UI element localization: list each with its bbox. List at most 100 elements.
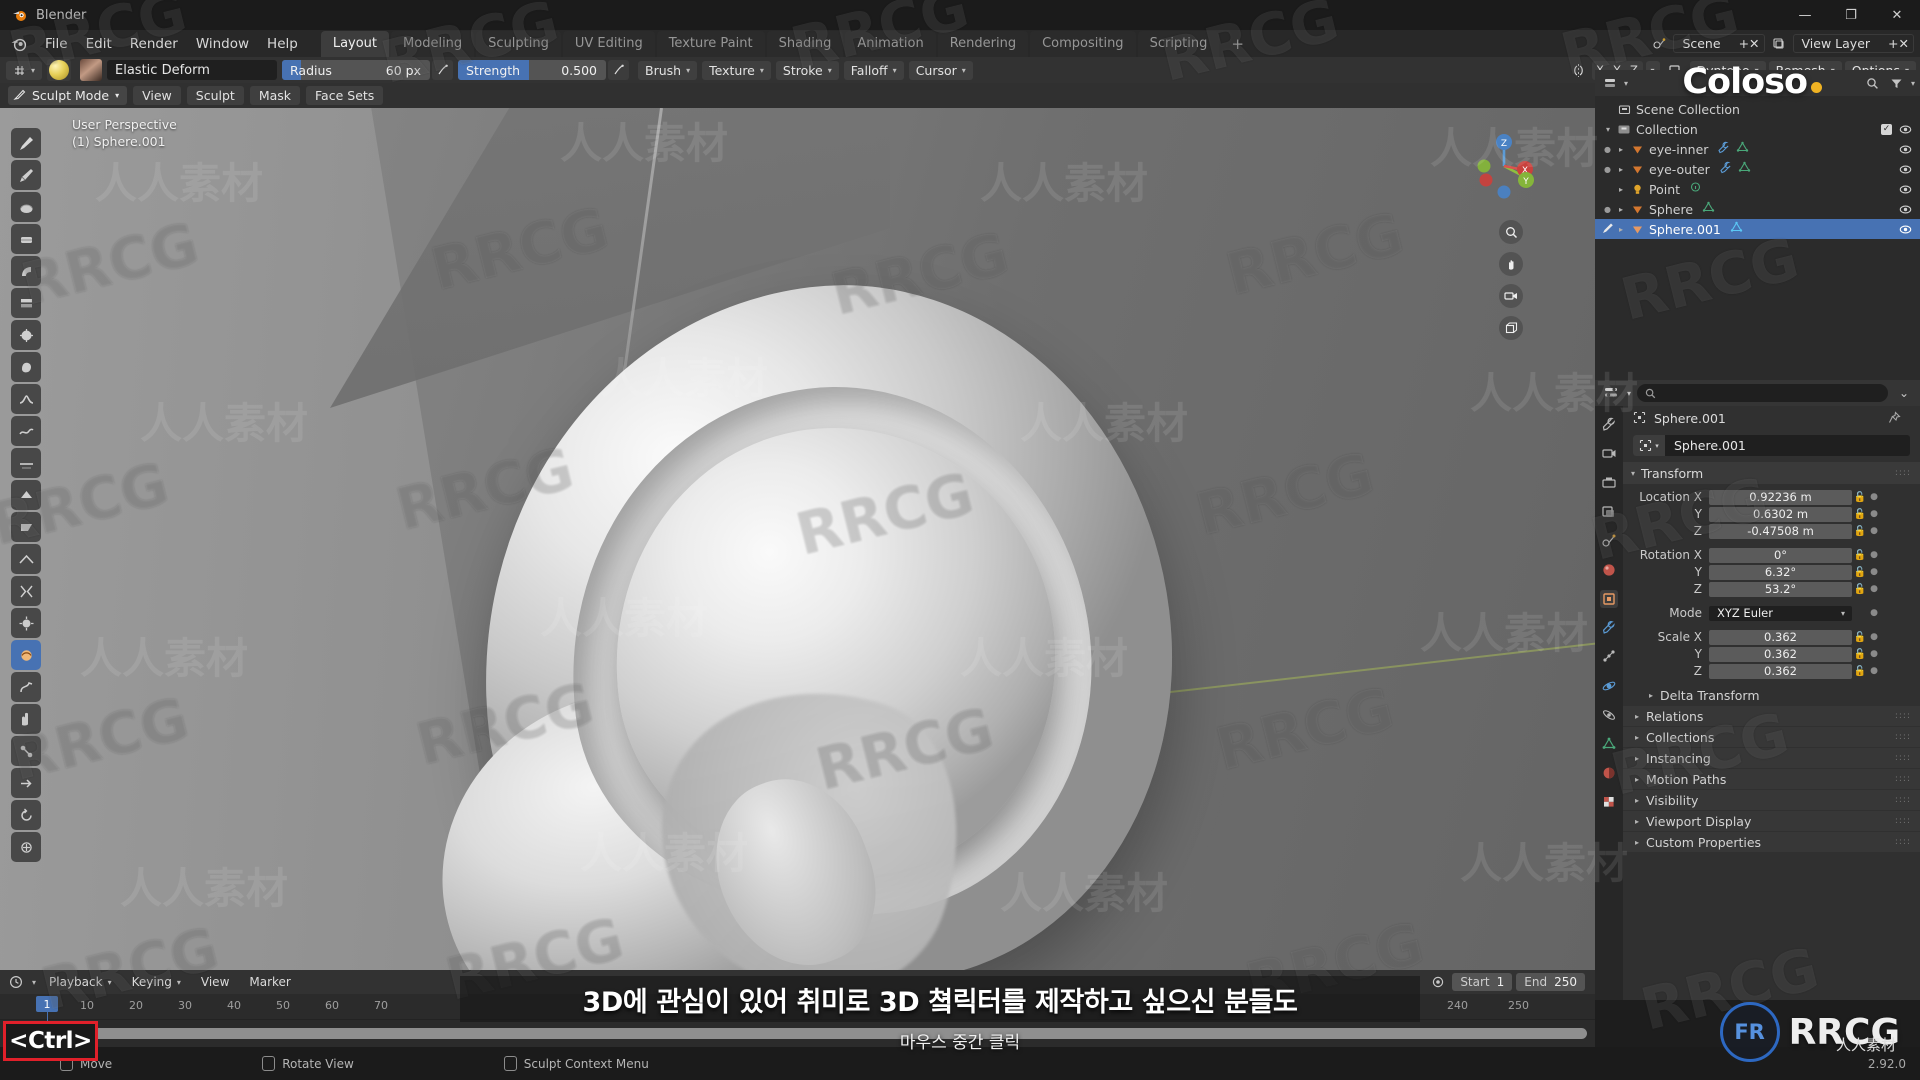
tab-texture-paint[interactable]: Texture Paint (657, 31, 765, 57)
delta-transform-subpanel[interactable]: ▸ Delta Transform (1623, 685, 1920, 705)
thumb-tool[interactable] (11, 704, 41, 734)
collection-checkbox[interactable]: ✓ (1881, 124, 1892, 135)
brush-name-field[interactable]: Elastic Deform (107, 60, 277, 80)
draw-brush-tool[interactable] (11, 128, 41, 158)
pose-tool[interactable] (11, 736, 41, 766)
frame-end-field[interactable]: End 250 (1516, 973, 1585, 991)
radius-slider[interactable]: Radius 60 px (282, 60, 430, 80)
ortho-persp-icon[interactable] (1499, 316, 1523, 340)
maximize-button[interactable]: ❐ (1828, 0, 1874, 30)
grab-tool[interactable] (11, 608, 41, 638)
animate-dot-icon[interactable]: ● (1868, 649, 1880, 659)
mesh-data-icon[interactable] (1736, 141, 1749, 157)
rotation-z-input[interactable]: 53.2° (1709, 582, 1852, 597)
menu-help[interactable]: Help (258, 33, 307, 55)
lock-icon[interactable]: 🔓 (1852, 666, 1868, 677)
mesh-data-icon[interactable] (1702, 201, 1715, 217)
scale-y-input[interactable]: 0.362 (1709, 647, 1852, 662)
outliner-row-sphere-001[interactable]: ▸ Sphere.001 (1595, 219, 1920, 239)
tool-tab[interactable] (1600, 416, 1618, 434)
material-tab[interactable] (1600, 764, 1618, 782)
add-workspace-button[interactable]: + (1221, 31, 1254, 57)
location-x-input[interactable]: 0.92236 m (1709, 490, 1852, 505)
properties-search-input[interactable] (1637, 384, 1888, 402)
expand-arrow[interactable]: ▸ (1614, 145, 1628, 154)
eye-icon[interactable] (1899, 163, 1912, 176)
tab-layout[interactable]: Layout (321, 31, 389, 57)
modifier-wrench-icon[interactable] (1719, 161, 1732, 177)
tab-sculpting[interactable]: Sculpting (476, 31, 561, 57)
lock-icon[interactable]: 🔓 (1852, 509, 1868, 520)
timeline-editor-icon[interactable] (6, 973, 26, 992)
nudge-tool[interactable] (11, 768, 41, 798)
menu-mask[interactable]: Mask (250, 86, 300, 105)
eye-icon[interactable] (1899, 223, 1912, 236)
editor-type-chevron[interactable]: ▾ (1627, 389, 1631, 398)
crease-tool[interactable] (11, 384, 41, 414)
view-layer-selector[interactable]: View Layer + ✕ (1793, 34, 1914, 53)
outliner-display-mode-chevron[interactable]: ▾ (1624, 79, 1628, 88)
transform-panel-header[interactable]: ▾ Transform :::: (1623, 462, 1920, 484)
menu-marker[interactable]: Marker (242, 973, 297, 991)
menu-face-sets[interactable]: Face Sets (306, 86, 383, 105)
outliner-row-sphere[interactable]: ● ▸ Sphere (1595, 199, 1920, 219)
sculpted-ear-mesh[interactable] (420, 258, 1250, 970)
constraints-tab[interactable] (1600, 706, 1618, 724)
pin-icon[interactable] (1888, 411, 1910, 427)
tab-rendering[interactable]: Rendering (938, 31, 1028, 57)
panel-visibility[interactable]: ▸ Visibility :::: (1623, 790, 1920, 810)
outliner-row-scene-collection[interactable]: Scene Collection (1595, 99, 1920, 119)
animate-dot-icon[interactable]: ● (1868, 492, 1880, 502)
pinch-tool[interactable] (11, 576, 41, 606)
panel-custom-properties[interactable]: ▸ Custom Properties :::: (1623, 832, 1920, 852)
editor-type-icon[interactable] (1601, 384, 1621, 403)
rotate-tool[interactable] (11, 800, 41, 830)
cursor-dropdown[interactable]: Cursor ▾ (909, 61, 973, 80)
tab-compositing[interactable]: Compositing (1030, 31, 1136, 57)
panel-viewport-display[interactable]: ▸ Viewport Display :::: (1623, 811, 1920, 831)
object-datablock-icon[interactable]: ▾ (1633, 435, 1665, 456)
strength-control[interactable]: Strength 0.500 (458, 60, 629, 80)
expand-arrow[interactable]: ▸ (1614, 165, 1628, 174)
properties-options-chevron[interactable]: ⌄ (1894, 384, 1914, 403)
clay-thumb-tool[interactable] (11, 256, 41, 286)
multiplane-scrape-tool[interactable] (11, 544, 41, 574)
close-scene-icon[interactable]: ✕ (1749, 36, 1759, 51)
blob-tool[interactable] (11, 352, 41, 382)
animate-dot-icon[interactable]: ● (1868, 632, 1880, 642)
blender-menu-icon[interactable] (10, 35, 28, 53)
modifier-wrench-icon[interactable] (1717, 141, 1730, 157)
menu-playback[interactable]: Playback ▾ (42, 973, 119, 991)
outliner-display-mode-icon[interactable] (1600, 74, 1620, 93)
auto-keying-icon[interactable] (1428, 973, 1448, 992)
panel-relations[interactable]: ▸ Relations :::: (1623, 706, 1920, 726)
playhead[interactable]: 1 (36, 996, 58, 1012)
close-button[interactable]: ✕ (1874, 0, 1920, 30)
eye-icon[interactable] (1899, 123, 1912, 136)
mesh-data-icon[interactable] (1730, 221, 1743, 237)
particles-tab[interactable] (1600, 648, 1618, 666)
brush-sphere-icon[interactable] (47, 59, 71, 81)
animate-dot-icon[interactable]: ● (1868, 526, 1880, 536)
mode-selector[interactable]: Sculpt Mode ▾ (8, 86, 127, 105)
tab-animation[interactable]: Animation (845, 31, 935, 57)
rotation-mode-dropdown[interactable]: XYZ Euler ▾ (1709, 606, 1852, 621)
falloff-dropdown[interactable]: Falloff ▾ (844, 61, 904, 80)
snake-hook-tool[interactable] (11, 672, 41, 702)
panel-instancing[interactable]: ▸ Instancing :::: (1623, 748, 1920, 768)
tab-shading[interactable]: Shading (767, 31, 844, 57)
outliner-editor[interactable]: ▾ ▾ Scene Collection ▾ Collection (1595, 70, 1920, 380)
layer-tool[interactable] (11, 288, 41, 318)
scale-z-input[interactable]: 0.362 (1709, 664, 1852, 679)
camera-view-icon[interactable] (1499, 284, 1523, 308)
panel-collections[interactable]: ▸ Collections :::: (1623, 727, 1920, 747)
search-icon[interactable] (1863, 74, 1883, 93)
world-tab[interactable] (1600, 561, 1618, 579)
physics-tab[interactable] (1600, 677, 1618, 695)
eye-icon[interactable] (1899, 143, 1912, 156)
new-scene-icon[interactable]: + (1739, 36, 1749, 51)
elastic-deform-tool[interactable] (11, 640, 41, 670)
rotation-y-input[interactable]: 6.32° (1709, 565, 1852, 580)
location-y-input[interactable]: 0.6302 m (1709, 507, 1852, 522)
close-view-layer-icon[interactable]: ✕ (1899, 36, 1909, 51)
